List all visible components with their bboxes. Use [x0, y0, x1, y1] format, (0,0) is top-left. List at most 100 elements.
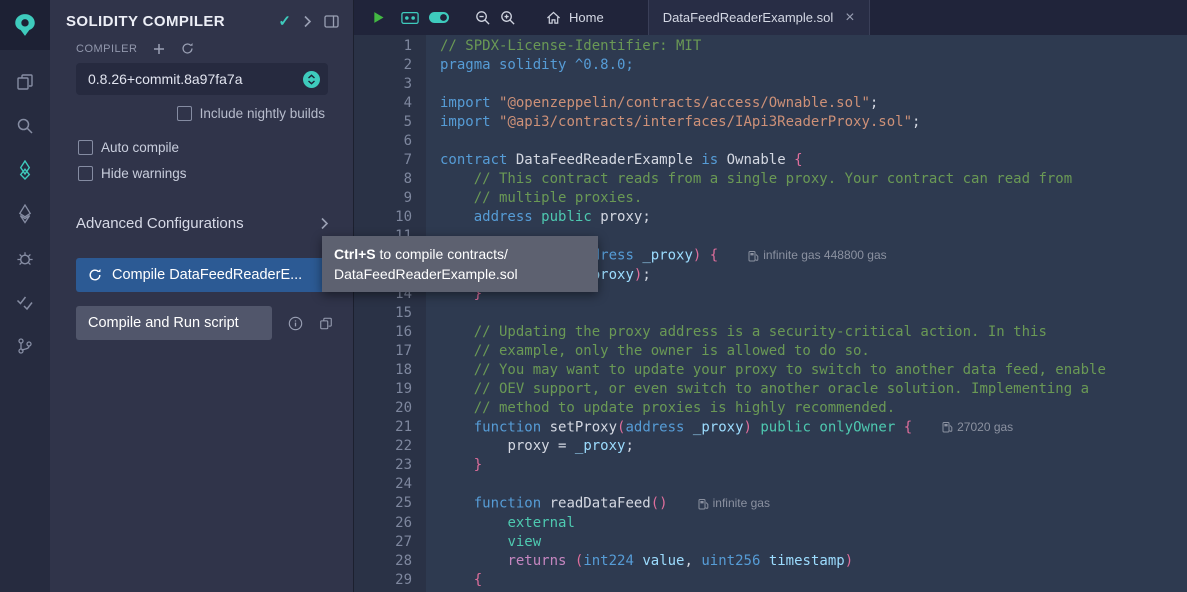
code-line-21[interactable]: 21 function setProxy(address _proxy) pub…: [354, 418, 1187, 438]
git-icon[interactable]: [0, 324, 50, 368]
gas-estimate-badge: infinite gas 448800 gas: [748, 246, 886, 265]
compiler-version-select[interactable]: 0.8.26+commit.8a97fa7a: [76, 63, 328, 95]
gas-estimate-badge: 27020 gas: [942, 418, 1013, 437]
code-line-22[interactable]: 22 proxy = _proxy;: [354, 437, 1187, 456]
code-line-15[interactable]: 15: [354, 304, 1187, 323]
line-number: 8: [354, 170, 412, 189]
pin-panel-icon[interactable]: [324, 15, 339, 28]
code-line-24[interactable]: 24: [354, 475, 1187, 494]
tab-home-label: Home: [569, 10, 604, 25]
line-number: 19: [354, 380, 412, 399]
code-line-2[interactable]: 2pragma solidity ^0.8.0;: [354, 56, 1187, 75]
zoom-in-icon[interactable]: [499, 9, 516, 26]
line-number: 10: [354, 208, 412, 227]
line-number: 16: [354, 323, 412, 342]
code-line-23[interactable]: 23 }: [354, 456, 1187, 475]
code-editor[interactable]: 1// SPDX-License-Identifier: MIT2pragma …: [354, 35, 1187, 592]
line-number: 20: [354, 399, 412, 418]
code-line-20[interactable]: 20 // method to update proxies is highly…: [354, 399, 1187, 418]
deploy-and-run-icon[interactable]: [0, 192, 50, 236]
copy-icon[interactable]: [319, 316, 333, 331]
line-number: 15: [354, 304, 412, 323]
compiler-version-value: 0.8.26+commit.8a97fa7a: [88, 71, 243, 87]
line-number: 9: [354, 189, 412, 208]
code-line-16[interactable]: 16 // Updating the proxy address is a se…: [354, 323, 1187, 342]
tooltip-shortcut: Ctrl+S: [334, 246, 376, 262]
code-line-5[interactable]: 5import "@api3/contracts/interfaces/IApi…: [354, 113, 1187, 132]
compile-button[interactable]: Compile DataFeedReaderE...: [76, 258, 333, 292]
code-line-17[interactable]: 17 // example, only the owner is allowed…: [354, 342, 1187, 361]
hide-warnings-label: Hide warnings: [101, 166, 187, 181]
code-line-25[interactable]: 25 function readDataFeed()infinite gas: [354, 494, 1187, 514]
info-icon[interactable]: [288, 316, 303, 331]
code-line-8[interactable]: 8 // This contract reads from a single p…: [354, 170, 1187, 189]
line-number: 2: [354, 56, 412, 75]
code-line-10[interactable]: 10 address public proxy;: [354, 208, 1187, 227]
advanced-configurations-toggle[interactable]: Advanced Configurations: [50, 215, 353, 232]
add-icon[interactable]: [153, 43, 165, 55]
chevron-right-icon: [320, 217, 329, 230]
solidity-compiler-panel: SOLIDITY COMPILER ✓ COMPILER 0.8.26+comm…: [50, 0, 354, 592]
run-script-icon[interactable]: [371, 10, 386, 25]
chevron-right-icon[interactable]: [303, 15, 312, 28]
line-number: 7: [354, 151, 412, 170]
code-line-9[interactable]: 9 // multiple proxies.: [354, 189, 1187, 208]
compile-and-run-button[interactable]: Compile and Run script: [76, 306, 272, 340]
unit-testing-icon[interactable]: [0, 280, 50, 324]
file-explorer-icon[interactable]: [0, 60, 50, 104]
record-icon[interactable]: [401, 11, 419, 25]
line-number: 24: [354, 475, 412, 494]
code-line-3[interactable]: 3: [354, 75, 1187, 94]
line-number: 18: [354, 361, 412, 380]
debugger-icon[interactable]: [0, 236, 50, 280]
editor-toolbar: Home DataFeedReaderExample.sol ×: [354, 0, 1187, 35]
code-line-1[interactable]: 1// SPDX-License-Identifier: MIT: [354, 37, 1187, 56]
compile-and-run-label: Compile and Run script: [88, 315, 239, 331]
line-number: 17: [354, 342, 412, 361]
refresh-icon: [88, 268, 102, 282]
tab-home[interactable]: Home: [532, 0, 618, 35]
code-lines: 1// SPDX-License-Identifier: MIT2pragma …: [354, 35, 1187, 592]
line-number: 27: [354, 533, 412, 552]
code-line-4[interactable]: 4import "@openzeppelin/contracts/access/…: [354, 94, 1187, 113]
tab-datafeedreaderexample-sol[interactable]: DataFeedReaderExample.sol ×: [648, 0, 870, 35]
hide-warnings-row: Hide warnings: [50, 166, 353, 181]
zoom-out-icon[interactable]: [474, 9, 491, 26]
reload-icon[interactable]: [181, 42, 194, 55]
code-line-7[interactable]: 7contract DataFeedReaderExample is Ownab…: [354, 151, 1187, 170]
compiler-section-label: COMPILER: [76, 43, 137, 55]
code-line-18[interactable]: 18 // You may want to update your proxy …: [354, 361, 1187, 380]
compile-and-run-row: Compile and Run script: [50, 306, 353, 340]
close-tab-icon[interactable]: ×: [845, 10, 854, 26]
compile-shortcut-tooltip: Ctrl+S to compile contracts/ DataFeedRea…: [322, 236, 598, 292]
include-nightly-label: Include nightly builds: [200, 106, 325, 121]
auto-compile-row: Auto compile: [50, 140, 353, 155]
include-nightly-checkbox[interactable]: [177, 106, 192, 121]
auto-compile-label: Auto compile: [101, 140, 179, 155]
remix-ide-window: SOLIDITY COMPILER ✓ COMPILER 0.8.26+comm…: [0, 0, 1187, 592]
line-number: 1: [354, 37, 412, 56]
auto-compile-checkbox[interactable]: [78, 140, 93, 155]
line-number: 23: [354, 456, 412, 475]
code-line-27[interactable]: 27 view: [354, 533, 1187, 552]
remix-logo[interactable]: [0, 0, 50, 50]
line-number: 29: [354, 571, 412, 590]
hide-warnings-checkbox[interactable]: [78, 166, 93, 181]
code-line-26[interactable]: 26 external: [354, 514, 1187, 533]
code-line-6[interactable]: 6: [354, 132, 1187, 151]
code-line-29[interactable]: 29 {: [354, 571, 1187, 590]
toggle-icon[interactable]: [428, 11, 450, 24]
compiler-section-row: COMPILER: [50, 42, 353, 55]
code-line-28[interactable]: 28 returns (int224 value, uint256 timest…: [354, 552, 1187, 571]
line-number: 6: [354, 132, 412, 151]
line-number: 25: [354, 494, 412, 514]
line-number: 21: [354, 418, 412, 438]
search-icon[interactable]: [0, 104, 50, 148]
panel-title: SOLIDITY COMPILER: [66, 13, 266, 30]
gas-estimate-badge: infinite gas: [698, 494, 770, 513]
include-nightly-row: Include nightly builds: [50, 106, 353, 121]
code-line-19[interactable]: 19 // OEV support, or even switch to ano…: [354, 380, 1187, 399]
solidity-compiler-icon[interactable]: [0, 148, 50, 192]
home-icon: [546, 11, 561, 25]
line-number: 4: [354, 94, 412, 113]
